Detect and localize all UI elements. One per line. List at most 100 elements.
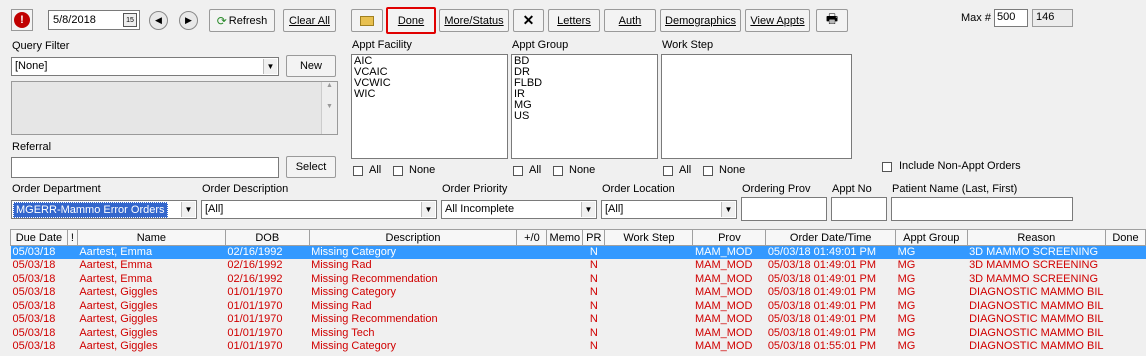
appt-no-input[interactable] xyxy=(831,197,887,221)
more-status-button[interactable]: More/Status xyxy=(439,9,509,32)
table-cell xyxy=(67,313,77,327)
column-header[interactable]: DOB xyxy=(224,229,310,246)
table-row[interactable]: 05/03/18 Aartest, Giggles 01/01/1970 Missin… xyxy=(11,340,1146,354)
letters-button[interactable]: Letters xyxy=(548,9,600,32)
table-row[interactable]: 05/03/18 Aartest, Giggles 01/01/1970 Missin… xyxy=(11,313,1146,327)
appt-facility-list[interactable]: AIC VCAIC VCWIC WIC xyxy=(351,54,508,159)
clear-all-button[interactable]: Clear All xyxy=(283,9,336,32)
table-cell: Missing Category xyxy=(311,286,397,299)
order-priority-select[interactable]: All Incomplete ▼ xyxy=(441,200,597,219)
table-cell: N xyxy=(589,259,598,272)
column-header[interactable]: Done xyxy=(1105,229,1146,246)
order-department-select[interactable]: MGERR-Mammo Error Orders ▼ xyxy=(11,200,197,219)
refresh-button[interactable]: ⟳ Refresh xyxy=(209,9,275,32)
table-row[interactable]: 05/03/18 Aartest, Giggles 01/01/1970 Missin… xyxy=(11,300,1146,314)
table-row[interactable]: 05/03/18 Aartest, Giggles 01/01/1970 Missin… xyxy=(11,286,1146,300)
close-button[interactable]: ✕ xyxy=(513,9,544,32)
table-cell xyxy=(67,300,77,314)
print-button[interactable]: 🖶 xyxy=(816,9,848,32)
column-header[interactable]: +/0 xyxy=(516,229,548,246)
table-row[interactable]: 05/03/18 Aartest, Emma 02/16/1992 Missing R… xyxy=(11,259,1146,273)
table-row[interactable]: 05/03/18 Aartest, Emma 02/16/1992 Missing R… xyxy=(11,273,1146,287)
table-cell xyxy=(1105,245,1146,259)
column-header[interactable]: Description xyxy=(308,229,518,246)
group-none-checkbox[interactable] xyxy=(553,166,563,176)
query-filter-select[interactable]: [None] ▼ xyxy=(11,57,279,76)
list-item[interactable]: IR xyxy=(512,89,657,100)
table-cell: Missing Rad xyxy=(311,299,372,312)
auth-button[interactable]: Auth xyxy=(604,9,656,32)
facility-all-checkbox[interactable] xyxy=(353,166,363,176)
ordering-prov-input[interactable] xyxy=(741,197,827,221)
table-cell: N xyxy=(589,313,598,326)
calendar-icon[interactable]: 15 xyxy=(123,13,137,27)
include-non-appt-checkbox[interactable] xyxy=(882,162,892,172)
column-header[interactable]: Prov xyxy=(692,229,767,246)
column-header[interactable]: Due Date xyxy=(10,229,68,246)
new-button[interactable]: New xyxy=(286,55,336,77)
workstep-none-checkbox[interactable] xyxy=(703,166,713,176)
demographics-button[interactable]: Demographics xyxy=(660,9,741,32)
alert-icon[interactable]: ! xyxy=(11,9,33,31)
list-item[interactable]: BD xyxy=(512,56,657,67)
table-cell: 3D MAMMO SCREENING xyxy=(969,272,1099,285)
table-row[interactable]: 05/03/18 Aartest, Giggles 01/01/1970 Missin… xyxy=(11,327,1146,341)
list-item[interactable]: VCWIC xyxy=(352,78,507,89)
column-header[interactable]: ! xyxy=(66,229,78,246)
appt-no-label: Appt No xyxy=(832,183,872,195)
table-cell xyxy=(547,327,583,341)
column-header[interactable]: Reason xyxy=(966,229,1107,246)
table-cell: MG xyxy=(897,313,916,326)
patient-name-input[interactable] xyxy=(891,197,1073,221)
done-button[interactable]: Done xyxy=(386,7,436,34)
orders-table[interactable]: Due Date! Name DOB Description +/0 Memo PR Work… xyxy=(10,229,1146,354)
appt-group-list[interactable]: BD DR FLBD IR MG US xyxy=(511,54,658,159)
table-cell: Aartest, Giggles xyxy=(79,286,158,299)
table-cell: 3D MAMMO SCREENING xyxy=(967,245,1106,259)
table-cell xyxy=(516,245,547,259)
table-cell: 05/03/18 xyxy=(10,245,68,259)
prev-date-icon[interactable]: ◀ xyxy=(149,11,168,30)
list-item[interactable]: FLBD xyxy=(512,78,657,89)
close-icon: ✕ xyxy=(522,12,535,28)
facility-all-label: All xyxy=(369,164,382,176)
table-cell: DIAGNOSTIC MAMMO BIL xyxy=(969,340,1104,353)
table-cell: 02/16/1992 xyxy=(227,272,283,285)
table-cell: MG xyxy=(897,259,916,272)
referral-input[interactable] xyxy=(11,157,279,178)
group-all-checkbox[interactable] xyxy=(513,166,523,176)
column-header[interactable]: PR xyxy=(582,229,606,246)
facility-none-checkbox[interactable] xyxy=(393,166,403,176)
column-header[interactable]: Appt Group xyxy=(895,229,968,246)
table-cell xyxy=(67,259,77,273)
column-header[interactable]: Work Step xyxy=(604,229,694,246)
next-date-icon[interactable]: ▶ xyxy=(179,11,198,30)
column-header[interactable]: Memo xyxy=(546,229,584,246)
order-location-select[interactable]: [All] ▼ xyxy=(601,200,737,219)
table-cell: 05/03/18 xyxy=(12,286,56,299)
list-item[interactable]: US xyxy=(512,111,657,122)
table-cell: MAM_MOD xyxy=(692,245,766,259)
list-item[interactable]: MG xyxy=(512,100,657,111)
date-field[interactable]: 5/8/2018 15 xyxy=(48,10,140,30)
column-header[interactable]: Order Date/Time xyxy=(765,229,897,246)
work-step-list[interactable] xyxy=(661,54,852,159)
table-cell: 3D MAMMO SCREENING xyxy=(969,259,1099,272)
table-cell: Aartest, Giggles xyxy=(79,340,158,353)
table-row[interactable]: 05/03/18 Aartest, Emma 02/16/1992 Missing C… xyxy=(10,245,1146,259)
table-cell: 05/03/18 01:49:01 PM xyxy=(767,272,877,285)
column-header[interactable]: Name xyxy=(76,229,226,246)
folder-button[interactable] xyxy=(351,9,383,32)
list-item[interactable]: WIC xyxy=(352,89,507,100)
referral-label: Referral xyxy=(12,141,52,153)
select-button[interactable]: Select xyxy=(286,156,336,178)
view-appts-button[interactable]: View Appts xyxy=(745,9,810,32)
order-description-select[interactable]: [All] ▼ xyxy=(201,200,437,219)
table-cell xyxy=(517,327,547,341)
table-cell: 02/16/1992 xyxy=(225,245,310,259)
max-input[interactable]: 500 xyxy=(994,9,1028,27)
table-cell xyxy=(517,273,547,287)
table-cell: 05/03/18 01:49:01 PM xyxy=(767,326,877,339)
scrollbar[interactable]: ▲ ▼ xyxy=(321,82,337,134)
workstep-all-checkbox[interactable] xyxy=(663,166,673,176)
